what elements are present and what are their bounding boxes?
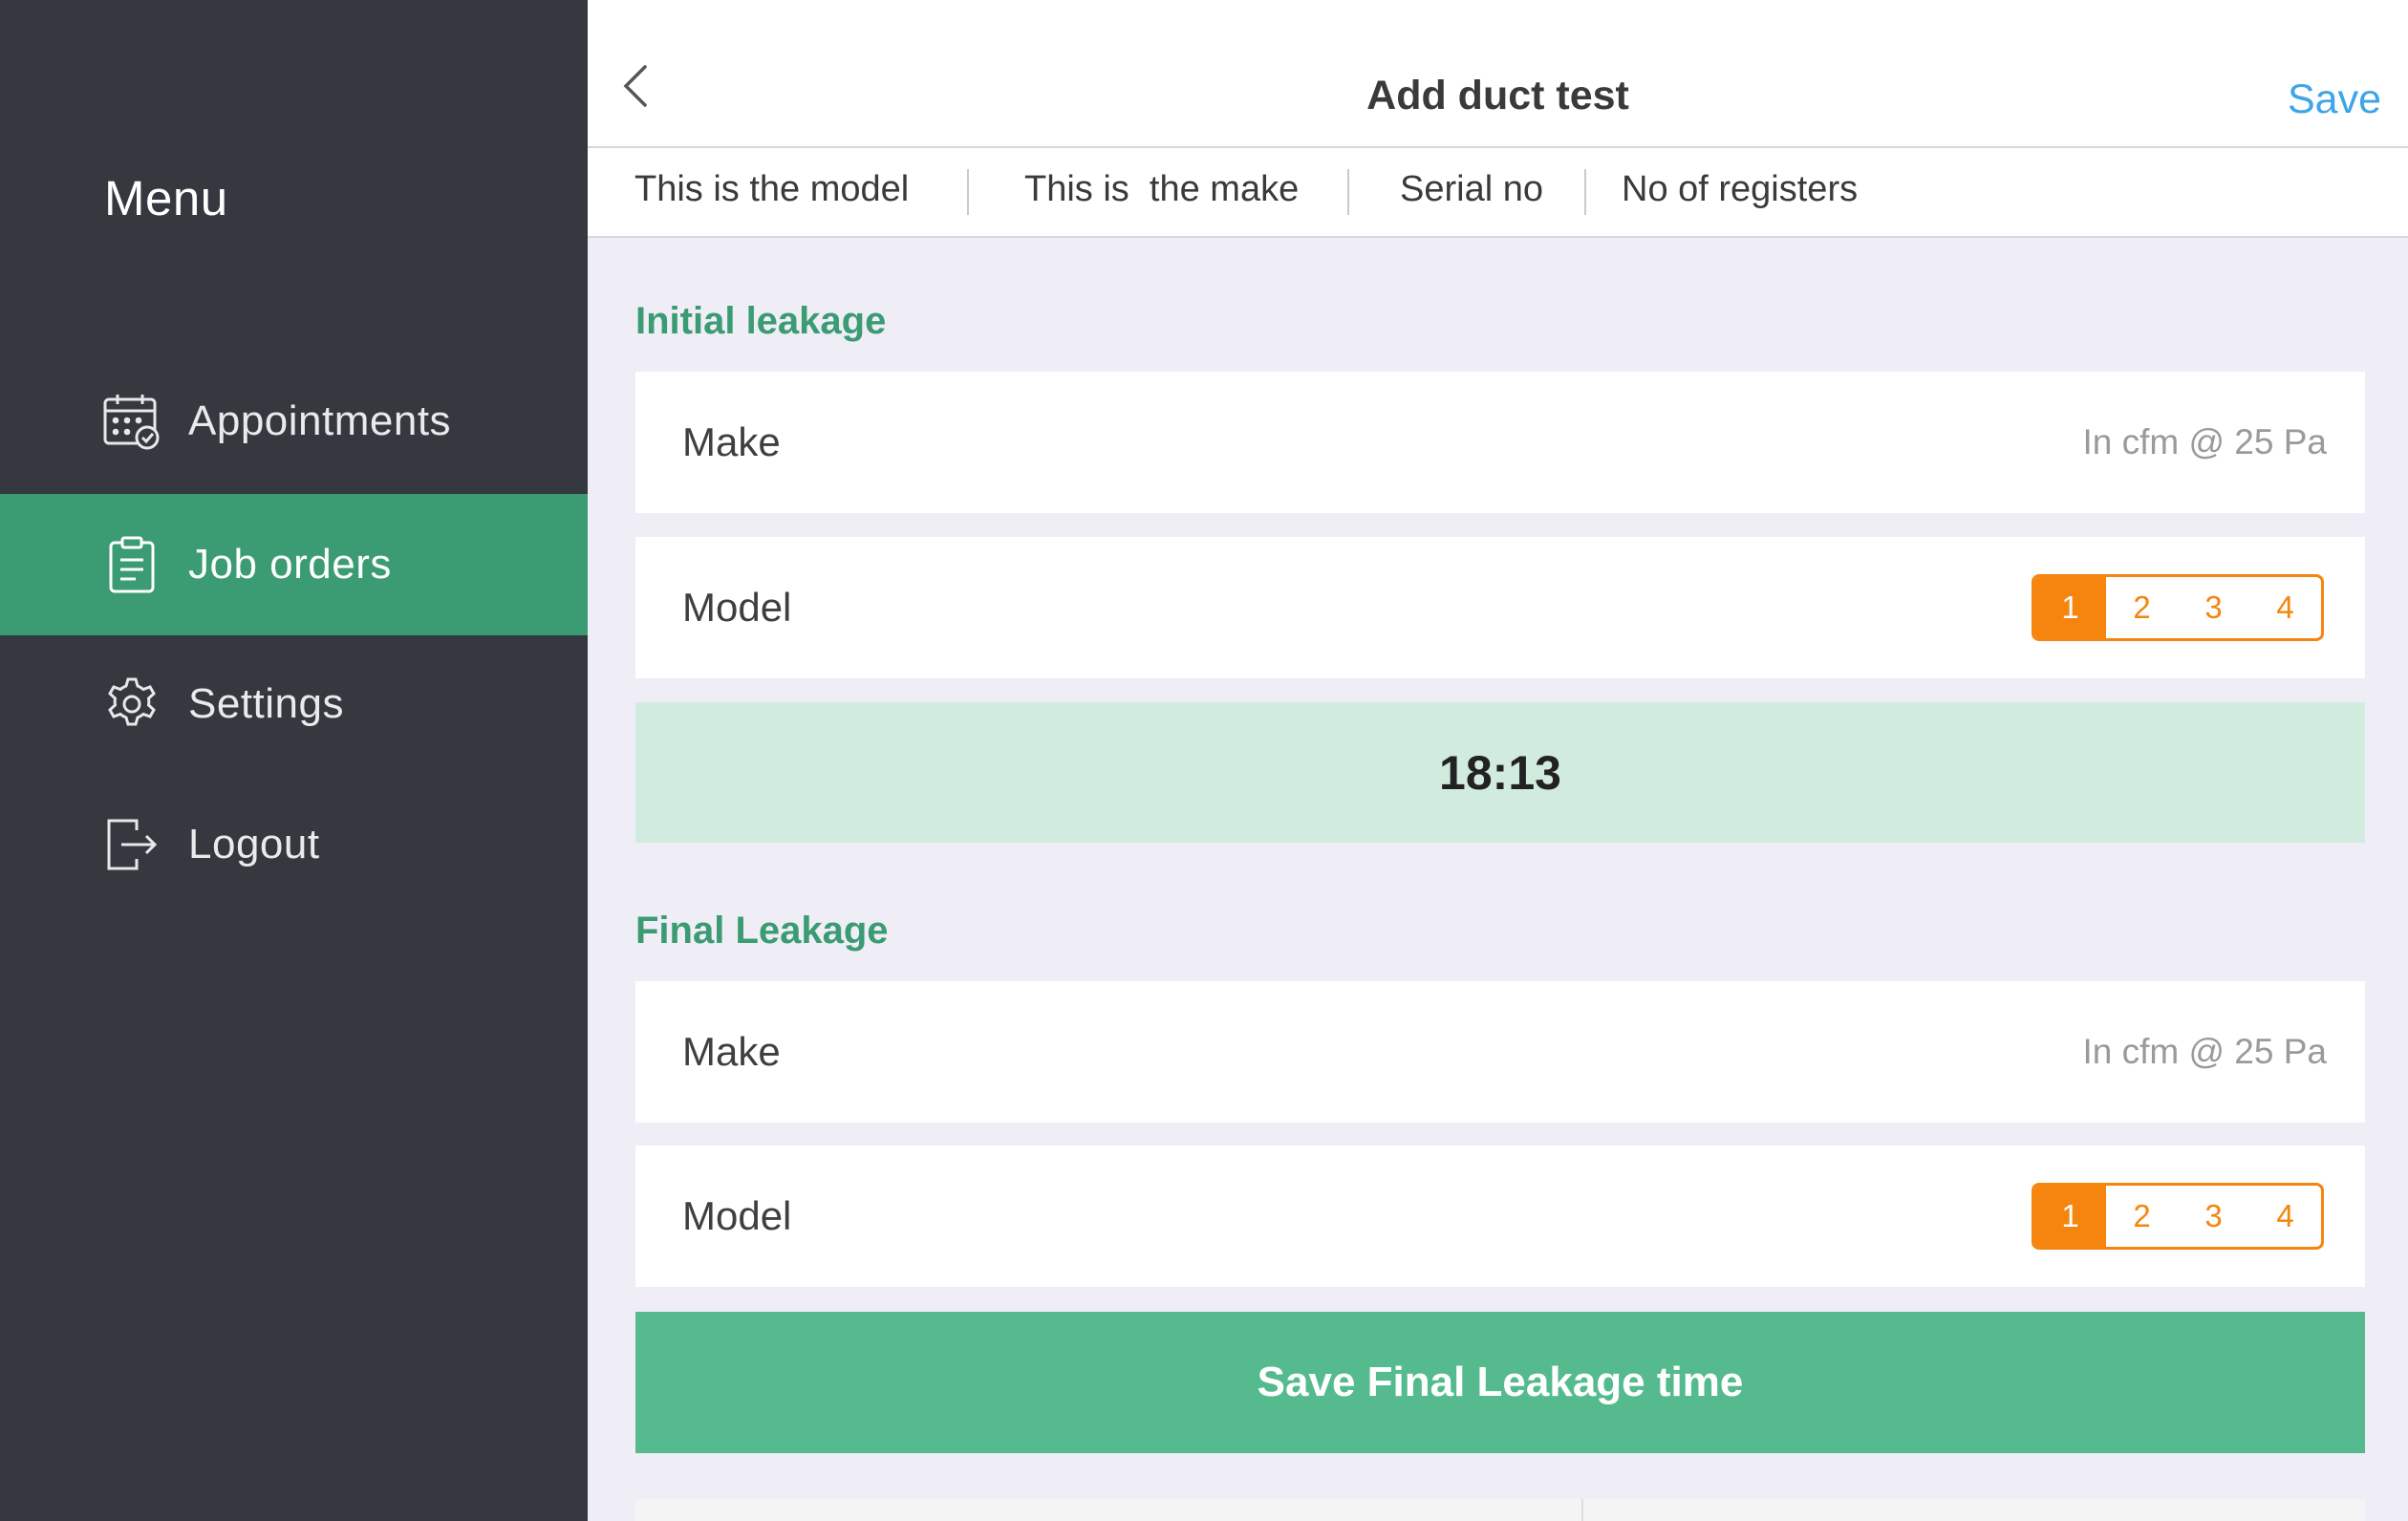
sidebar-item-label: Appointments (188, 397, 452, 444)
registers-info: No of registers (1622, 169, 1859, 209)
model-label: Model (682, 1193, 792, 1238)
save-button[interactable]: Save (2288, 76, 2381, 123)
segment-option-1[interactable]: 1 (2034, 1186, 2106, 1247)
sidebar-item-settings[interactable]: Settings (0, 633, 588, 775)
sidebar-item-label: Logout (188, 821, 320, 868)
menu-title: Menu (104, 171, 228, 225)
divider (1581, 1499, 1583, 1521)
divider (1584, 169, 1586, 215)
equipment-info-bar: This is the model This is the make Seria… (588, 148, 2408, 238)
initial-model-row: Model 1 2 3 4 (635, 537, 2365, 678)
make-label: Make (682, 419, 781, 464)
initial-leakage-title: Initial leakage (635, 300, 887, 342)
next-row-partial (635, 1499, 2365, 1521)
segment-option-3[interactable]: 3 (2178, 1186, 2249, 1247)
sidebar-item-appointments[interactable]: Appointments (0, 351, 588, 492)
main-content: Add duct test Save This is the model Thi… (588, 0, 2408, 1521)
serial-info: Serial no (1400, 169, 1543, 209)
segment-option-2[interactable]: 2 (2106, 577, 2178, 638)
save-final-leakage-button[interactable]: Save Final Leakage time (635, 1312, 2365, 1453)
make-unit-hint: In cfm @ 25 Pa (2082, 422, 2327, 461)
segment-option-1[interactable]: 1 (2034, 577, 2106, 638)
final-model-row: Model 1 2 3 4 (635, 1146, 2365, 1287)
sidebar: Menu Appointments Job orders Settings Lo… (0, 0, 588, 1521)
segment-option-2[interactable]: 2 (2106, 1186, 2178, 1247)
top-bar: Add duct test Save (588, 0, 2408, 148)
model-info: This is the model (634, 169, 910, 209)
make-info: This is the make (1024, 169, 1300, 209)
segment-option-4[interactable]: 4 (2249, 1186, 2321, 1247)
calendar-check-icon (101, 391, 162, 452)
divider (1347, 169, 1349, 215)
sidebar-item-logout[interactable]: Logout (0, 774, 588, 915)
sidebar-item-job-orders[interactable]: Job orders (0, 494, 588, 635)
segment-option-4[interactable]: 4 (2249, 577, 2321, 638)
final-leakage-title: Final Leakage (635, 910, 889, 952)
gear-icon (101, 674, 162, 735)
initial-make-row[interactable]: Make In cfm @ 25 Pa (635, 372, 2365, 513)
logout-icon (101, 814, 162, 875)
clipboard-icon (101, 534, 162, 595)
sidebar-item-label: Job orders (188, 541, 392, 588)
divider (967, 169, 969, 215)
final-make-row[interactable]: Make In cfm @ 25 Pa (635, 981, 2365, 1123)
model-label: Model (682, 585, 792, 630)
leakage-timer: 18:13 (635, 702, 2365, 843)
make-label: Make (682, 1029, 781, 1074)
sidebar-item-label: Settings (188, 680, 344, 727)
page-title: Add duct test (1366, 73, 1629, 118)
segment-option-3[interactable]: 3 (2178, 577, 2249, 638)
initial-model-selector: 1 2 3 4 (2032, 574, 2324, 641)
final-model-selector: 1 2 3 4 (2032, 1183, 2324, 1250)
make-unit-hint: In cfm @ 25 Pa (2082, 1032, 2327, 1071)
